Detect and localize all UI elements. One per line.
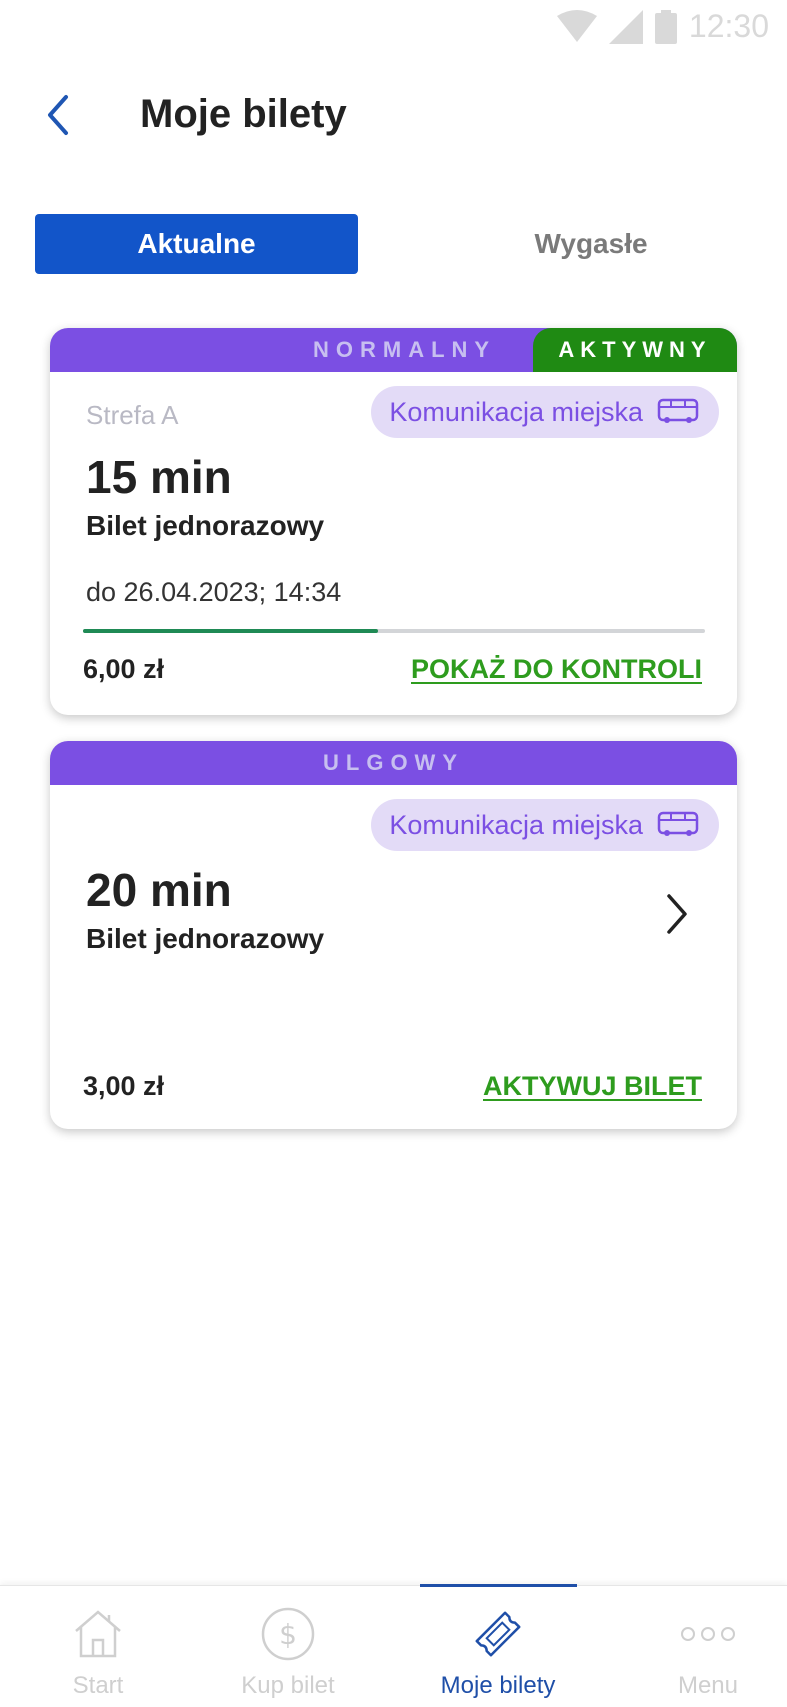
ticket-card-active[interactable]: NORMALNY AKTYWNY Strefa A Komunikacja mi…: [50, 328, 737, 715]
ticket-zone: Strefa A: [86, 400, 179, 430]
bus-icon: [657, 398, 699, 423]
more-dots-icon: [681, 1627, 735, 1641]
nav-label: Start: [72, 1672, 124, 1699]
nav-item-buy-ticket[interactable]: $ Kup bilet: [190, 1586, 386, 1707]
bus-icon: [657, 811, 699, 836]
ticket-tabs: Aktualne Wygasłe: [35, 214, 752, 274]
ticket-icon: [475, 1611, 521, 1657]
nav-item-my-tickets[interactable]: Moje bilety: [400, 1586, 596, 1707]
status-bar: 12:30: [0, 0, 787, 56]
tab-expired[interactable]: Wygasłe: [430, 214, 752, 274]
nav-item-menu[interactable]: Menu: [610, 1586, 787, 1707]
validity-progress-fill: [83, 629, 379, 633]
transport-label: Komunikacja miejska: [389, 396, 643, 427]
transport-chip: Komunikacja miejska: [371, 386, 719, 438]
ticket-type: Bilet jednorazowy: [86, 510, 325, 541]
page-title: Moje bilety: [140, 92, 347, 136]
ticket-details-button[interactable]: [657, 889, 697, 939]
status-badge: AKTYWNY: [533, 328, 737, 372]
app-header: Moje bilety: [0, 80, 787, 160]
back-button[interactable]: [38, 90, 78, 140]
status-time: 12:30: [688, 8, 769, 44]
nav-label: Menu: [677, 1672, 739, 1699]
ticket-duration: 20 min: [86, 864, 232, 916]
nav-label: Kup bilet: [241, 1672, 335, 1699]
status-icons: 12:30: [556, 8, 769, 45]
show-for-inspection-link[interactable]: POKAŻ DO KONTROLI: [411, 654, 702, 685]
chevron-left-icon: [48, 95, 68, 135]
ticket-band: ULGOWY: [50, 741, 737, 785]
ticket-type: Bilet jednorazowy: [86, 923, 325, 954]
ticket-price: 6,00 zł: [83, 654, 165, 684]
bottom-nav: Start $ Kup bilet Moje bilety Menu: [0, 1584, 787, 1707]
activate-ticket-link[interactable]: AKTYWUJ BILET: [483, 1071, 702, 1102]
ticket-card-inactive[interactable]: ULGOWY Komunikacja miejska 20 min Bilet …: [50, 741, 737, 1129]
ticket-validity: do 26.04.2023; 14:34: [86, 577, 342, 607]
wifi-icon: [556, 9, 597, 42]
ticket-price: 3,00 zł: [83, 1071, 165, 1101]
signal-icon: [608, 9, 643, 44]
nav-label: Moje bilety: [440, 1672, 556, 1699]
home-icon: [75, 1610, 121, 1658]
battery-icon: [654, 9, 677, 44]
validity-progress-bar: [83, 629, 705, 633]
transport-label: Komunikacja miejska: [389, 809, 643, 840]
ticket-duration: 15 min: [86, 451, 232, 503]
ticket-category: NORMALNY: [313, 337, 497, 362]
transport-chip: Komunikacja miejska: [371, 799, 719, 851]
ticket-category: ULGOWY: [323, 750, 464, 775]
nav-item-start[interactable]: Start: [0, 1586, 196, 1707]
tab-current[interactable]: Aktualne: [35, 214, 358, 274]
ticket-band: NORMALNY AKTYWNY: [50, 328, 737, 372]
chevron-right-icon: [667, 894, 687, 934]
dollar-coin-icon: $: [261, 1607, 315, 1661]
svg-text:$: $: [279, 1618, 297, 1651]
